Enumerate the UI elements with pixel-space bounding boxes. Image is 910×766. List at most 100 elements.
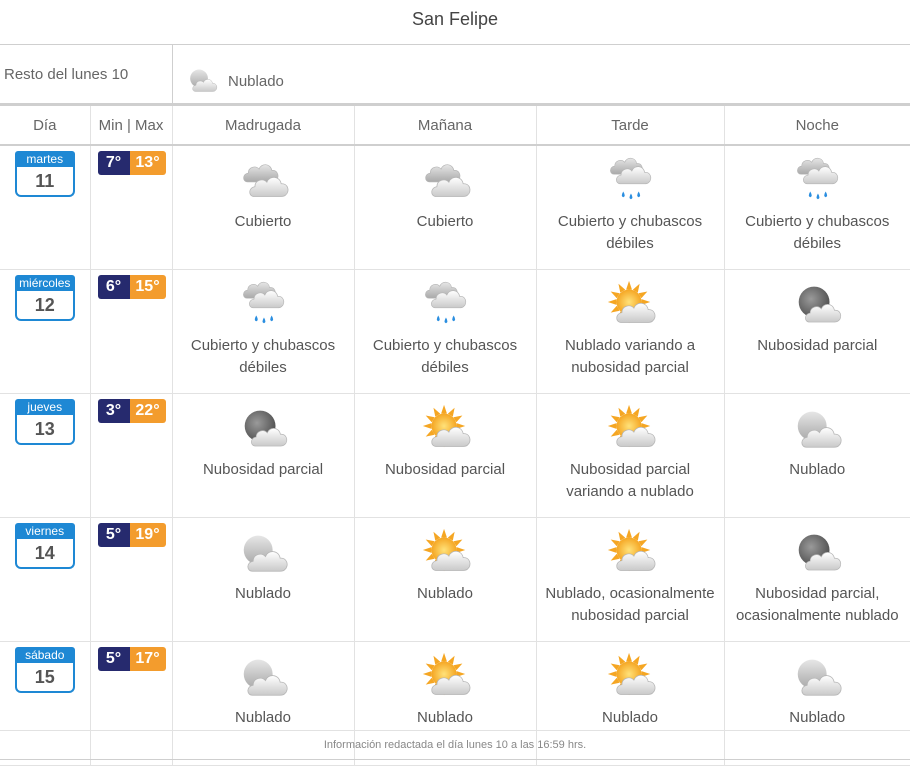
footer-note: Información redactada el día lunes 10 a …: [0, 730, 910, 760]
temps-cell: 7° 13°: [89, 145, 172, 270]
header-tarde: Tarde: [535, 106, 724, 146]
temperature-badge: 6° 15°: [97, 275, 168, 299]
calendar-badge: jueves 13: [14, 399, 75, 445]
period-cell: Cubierto: [171, 145, 354, 270]
min-temp: 5°: [97, 523, 130, 547]
weekday-label: jueves: [14, 399, 75, 415]
weather-description: Cubierto y chubascos débiles: [190, 337, 336, 376]
date-number: 13: [14, 415, 75, 445]
weather-description: Nubosidad parcial: [384, 461, 506, 478]
weather-description: Nubosidad parcial, ocasionalmente nublad…: [735, 585, 899, 624]
period-cell: Cubierto y chubascos débiles: [353, 269, 536, 394]
period-cell: Nublado: [723, 393, 910, 518]
cloud-moon-icon: [791, 649, 843, 701]
max-temp: 13°: [129, 151, 166, 175]
period-cell: Nublado: [171, 517, 354, 642]
cloud-moon-icon: [186, 63, 218, 99]
calendar-badge: sábado 15: [14, 647, 75, 693]
sun-cloud-icon: [419, 525, 471, 577]
max-temp: 15°: [129, 275, 166, 299]
header-noche: Noche: [723, 106, 910, 146]
day-cell: viernes 14: [0, 517, 90, 642]
forecast-row: jueves 13 3° 22° Nubosidad parcial Nubos…: [0, 393, 910, 518]
calendar-badge: martes 11: [14, 151, 75, 197]
rest-of-day-current: Nublado: [186, 63, 284, 99]
temps-cell: 6° 15°: [89, 269, 172, 394]
weather-description: Nublado: [235, 585, 291, 602]
moon-cloud-icon: [237, 401, 289, 453]
cloud-moon-icon: [237, 525, 289, 577]
period-cell: Nubosidad parcial: [353, 393, 536, 518]
header-day: Día: [0, 106, 90, 146]
weekday-label: martes: [14, 151, 75, 167]
temperature-badge: 3° 22°: [97, 399, 168, 423]
weather-description: Nublado: [789, 461, 846, 478]
max-temp: 17°: [129, 647, 166, 671]
weather-description: Cubierto: [234, 213, 292, 230]
overcast-icon: [419, 153, 471, 205]
period-cell: Nubosidad parcial: [171, 393, 354, 518]
temperature-badge: 5° 17°: [97, 647, 168, 671]
weather-description: Cubierto y chubascos débiles: [372, 337, 518, 376]
period-cell: Nubosidad parcial: [723, 269, 910, 394]
period-cell: Nubosidad parcial, ocasionalmente nublad…: [723, 517, 910, 642]
weather-description: Cubierto y chubascos débiles: [557, 213, 703, 252]
calendar-badge: viernes 14: [14, 523, 75, 569]
weekday-label: sábado: [14, 647, 75, 663]
weather-description: Cubierto: [416, 213, 474, 230]
weather-description: Nublado: [417, 709, 473, 726]
weather-description: Nublado: [417, 585, 473, 602]
weather-description: Nublado: [602, 709, 658, 726]
max-temp: 22°: [129, 399, 166, 423]
period-cell: Nublado variando a nubosidad parcial: [535, 269, 724, 394]
header-madrugada: Madrugada: [171, 106, 354, 146]
temps-cell: 3° 22°: [89, 393, 172, 518]
period-cell: Nubosidad parcial variando a nublado: [535, 393, 724, 518]
rest-of-day-text: Nublado: [228, 72, 284, 90]
day-cell: jueves 13: [0, 393, 90, 518]
rain-showers-icon: [604, 153, 656, 205]
day-cell: martes 11: [0, 145, 90, 270]
overcast-icon: [237, 153, 289, 205]
min-temp: 3°: [97, 399, 130, 423]
date-number: 12: [14, 291, 75, 321]
period-cell: Cubierto y chubascos débiles: [723, 145, 910, 270]
rain-showers-icon: [419, 277, 471, 329]
header-manana: Mañana: [353, 106, 536, 146]
forecast-row: viernes 14 5° 19° Nublado Nublado Nublad…: [0, 517, 910, 642]
min-temp: 5°: [97, 647, 130, 671]
forecast-row: miércoles 12 6° 15° Cubierto y chubascos…: [0, 269, 910, 394]
min-temp: 7°: [97, 151, 130, 175]
rain-showers-icon: [791, 153, 843, 205]
rest-of-day-row: Resto del lunes 10 Nublado: [0, 44, 910, 106]
period-cell: Nublado, ocasionalmente nubosidad parcia…: [535, 517, 724, 642]
period-cell: Cubierto y chubascos débiles: [171, 269, 354, 394]
cloud-moon-icon: [237, 649, 289, 701]
weekday-label: viernes: [14, 523, 75, 539]
rain-showers-icon: [237, 277, 289, 329]
weather-description: Nubosidad parcial: [202, 461, 324, 478]
sun-cloud-icon: [604, 649, 656, 701]
temperature-badge: 5° 19°: [97, 523, 168, 547]
calendar-badge: miércoles 12: [14, 275, 75, 321]
period-cell: Nublado: [353, 517, 536, 642]
temps-cell: 5° 19°: [89, 517, 172, 642]
period-cell: Cubierto: [353, 145, 536, 270]
weather-description: Nublado, ocasionalmente nubosidad parcia…: [545, 585, 715, 624]
max-temp: 19°: [129, 523, 166, 547]
moon-cloud-icon: [791, 277, 843, 329]
weather-description: Nubosidad parcial variando a nublado: [566, 461, 694, 500]
weather-description: Nublado: [789, 709, 846, 726]
sun-cloud-icon: [604, 401, 656, 453]
header-row: Día Min | Max Madrugada Mañana Tarde Noc…: [0, 106, 910, 146]
weekday-label: miércoles: [14, 275, 75, 291]
sun-cloud-icon: [419, 649, 471, 701]
cloud-moon-icon: [791, 401, 843, 453]
forecast-row: martes 11 7° 13° Cubierto Cubierto Cubie…: [0, 145, 910, 270]
rest-of-day-label: Resto del lunes 10: [4, 45, 173, 103]
page-title: San Felipe: [411, 9, 499, 29]
sun-cloud-icon: [604, 277, 656, 329]
period-cell: Cubierto y chubascos débiles: [535, 145, 724, 270]
date-number: 11: [14, 167, 75, 197]
header-minmax: Min | Max: [89, 106, 172, 146]
